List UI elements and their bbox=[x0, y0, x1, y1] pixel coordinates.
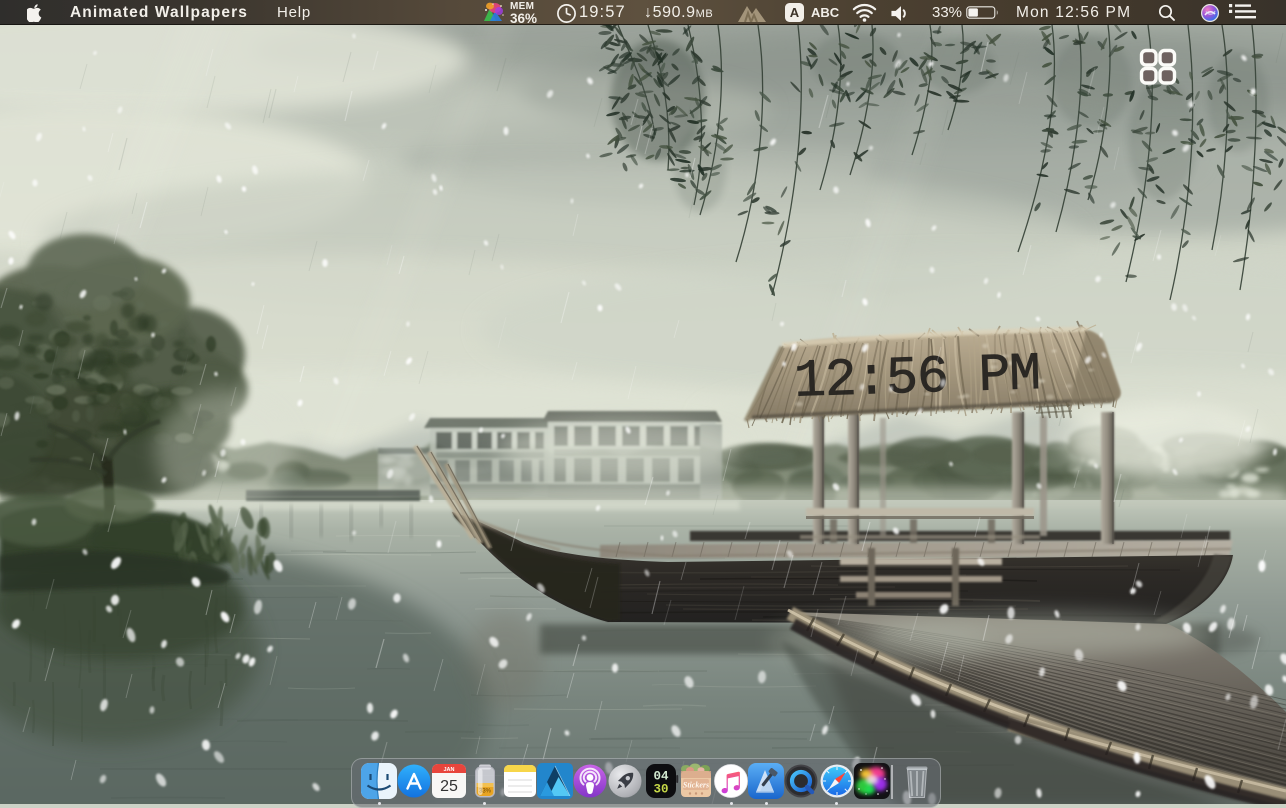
svg-text:04: 04 bbox=[653, 770, 669, 784]
svg-text:12:56 PM: 12:56 PM bbox=[793, 344, 1042, 412]
svg-text:30: 30 bbox=[653, 783, 668, 797]
svg-text:25: 25 bbox=[440, 778, 458, 795]
svg-text:Stickers: Stickers bbox=[683, 781, 709, 790]
svg-text:JAN: JAN bbox=[443, 767, 454, 773]
